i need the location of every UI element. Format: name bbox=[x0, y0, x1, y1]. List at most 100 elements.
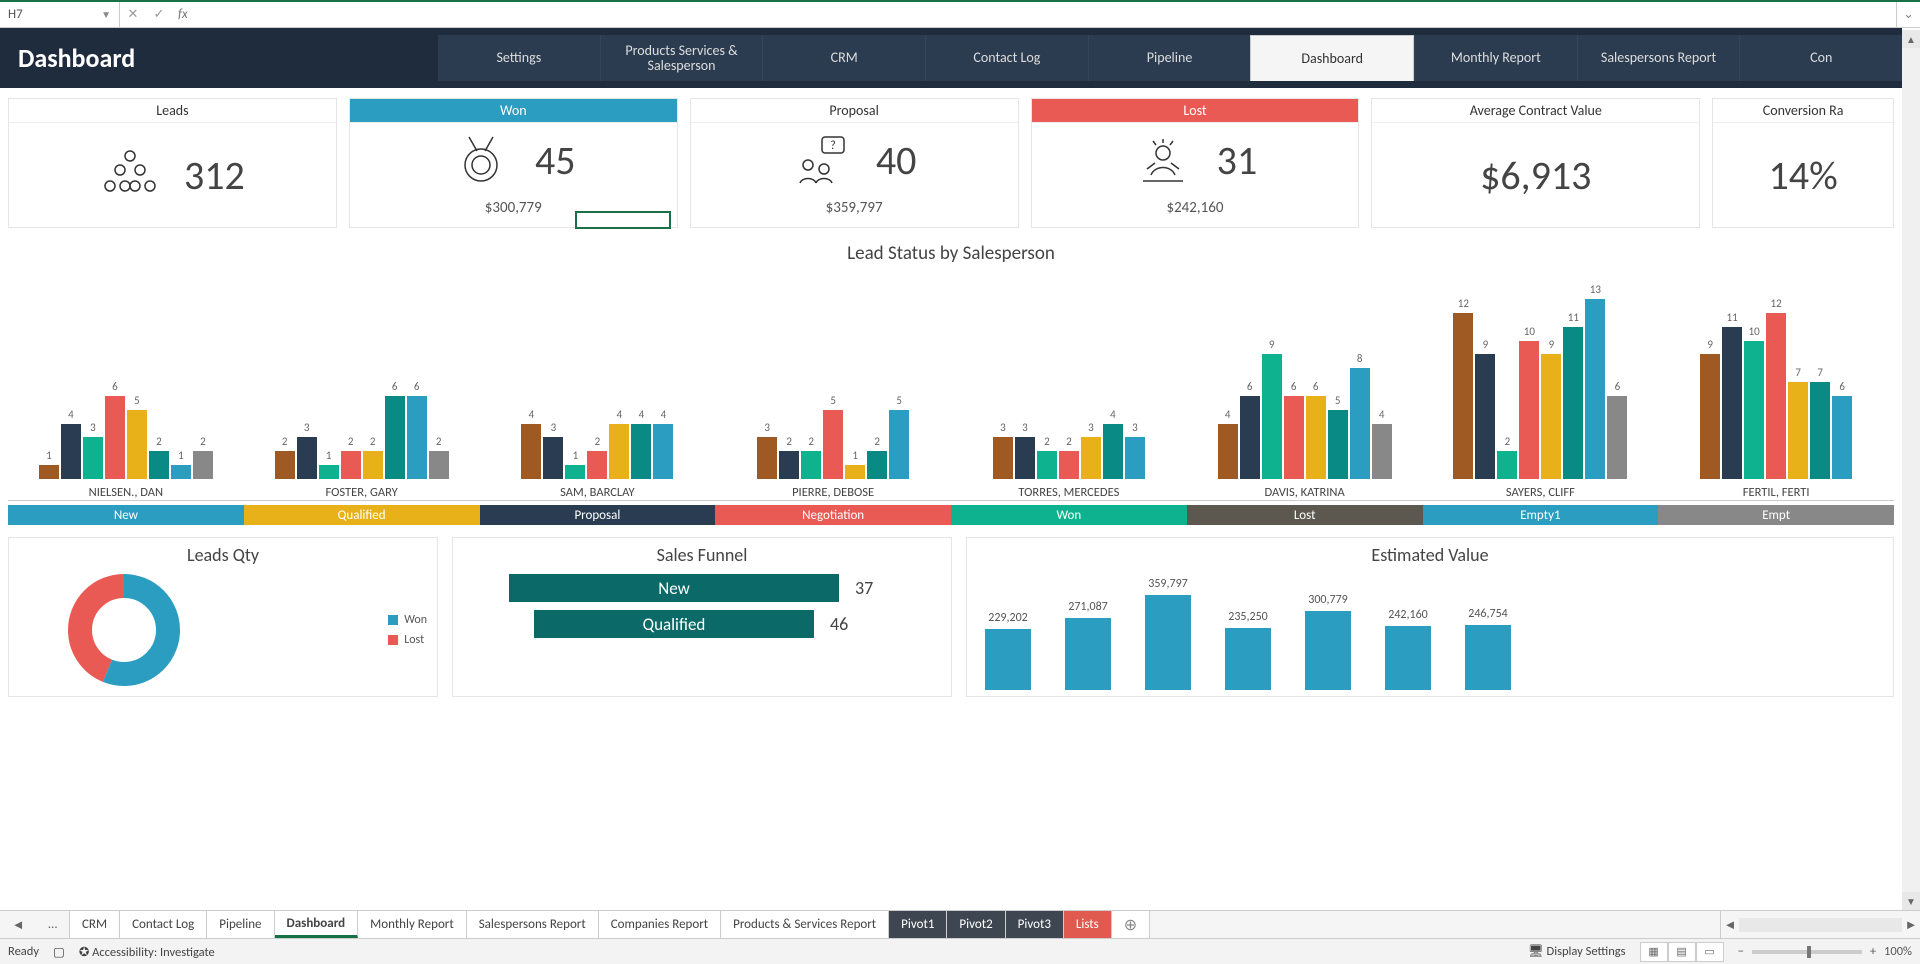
donut-chart bbox=[19, 570, 229, 690]
view-normal-icon[interactable]: ▦ bbox=[1640, 942, 1668, 962]
nav-tab-pipeline[interactable]: Pipeline bbox=[1088, 35, 1251, 81]
cancel-entry-icon[interactable]: ✕ bbox=[120, 7, 146, 22]
nav-tab-crm[interactable]: CRM bbox=[762, 35, 925, 81]
chart-bar: 2 bbox=[1497, 451, 1517, 479]
kpi-value: $6,913 bbox=[1480, 151, 1591, 200]
bar-value: 2 bbox=[1037, 435, 1057, 448]
legend-item: Qualified bbox=[244, 505, 480, 525]
bar-value: 2 bbox=[801, 435, 821, 448]
nav-tab-contact-log[interactable]: Contact Log bbox=[925, 35, 1088, 81]
legend-item: Won bbox=[951, 505, 1187, 525]
scroll-left-icon[interactable]: ◄ bbox=[1721, 917, 1739, 933]
sheet-tab-pivot1[interactable]: Pivot1 bbox=[889, 911, 947, 938]
bar-value: 4 bbox=[653, 408, 673, 421]
legend-item: Proposal bbox=[480, 505, 716, 525]
bar-value: 4 bbox=[1103, 408, 1123, 421]
sheet-tab-monthly-report[interactable]: Monthly Report bbox=[358, 911, 467, 938]
medal-icon bbox=[451, 133, 511, 187]
bar-value: 8 bbox=[1350, 352, 1370, 365]
chart-bar: 2 bbox=[587, 451, 607, 479]
bar-value: 2 bbox=[1497, 435, 1517, 448]
scroll-right-icon[interactable]: ► bbox=[1902, 917, 1920, 933]
kpi-value: 312 bbox=[184, 151, 245, 200]
sheet-tab-products-services-report[interactable]: Products & Services Report bbox=[721, 911, 889, 938]
accept-entry-icon[interactable]: ✓ bbox=[146, 7, 172, 22]
scroll-up-icon[interactable]: ▲ bbox=[1902, 30, 1920, 48]
frustrated-icon bbox=[1133, 133, 1193, 187]
nav-tab-salespersons-report[interactable]: Salespersons Report bbox=[1577, 35, 1740, 81]
chart-bar: 4 bbox=[653, 424, 673, 479]
kpi-subvalue: $242,160 bbox=[1166, 199, 1223, 217]
sheet-tab-pivot3[interactable]: Pivot3 bbox=[1006, 911, 1064, 938]
view-page-layout-icon[interactable]: ▤ bbox=[1668, 942, 1696, 962]
estimated-bar: 359,797 bbox=[1145, 595, 1191, 690]
chart-title: Lead Status by Salesperson bbox=[8, 242, 1894, 265]
cell-reference-box[interactable]: H7 ▼ bbox=[0, 2, 120, 27]
fx-icon[interactable]: fx bbox=[178, 7, 188, 22]
nav-tab-con[interactable]: Con bbox=[1739, 35, 1902, 81]
vertical-scrollbar[interactable]: ▲ ▼ bbox=[1902, 30, 1920, 910]
sheet-tab-contact-log[interactable]: Contact Log bbox=[120, 911, 207, 938]
funnel-value: 37 bbox=[855, 577, 895, 599]
chart-bar: 6 bbox=[1607, 396, 1627, 479]
macro-record-icon[interactable]: ▢ bbox=[53, 944, 65, 960]
sheet-tab-pipeline[interactable]: Pipeline bbox=[207, 911, 274, 938]
accessibility-status[interactable]: ✪ Accessibility: Investigate bbox=[79, 944, 215, 960]
chart-bar: 9 bbox=[1262, 354, 1282, 479]
sheet-nav-arrows[interactable]: ◄… bbox=[0, 911, 70, 938]
display-settings-button[interactable]: 🖥 Display Settings bbox=[1528, 944, 1626, 959]
sheet-tab-companies-report[interactable]: Companies Report bbox=[599, 911, 721, 938]
funnel-row: New37 bbox=[509, 574, 895, 602]
chart-bar: 2 bbox=[149, 451, 169, 479]
expand-formula-bar-icon[interactable]: ⌄ bbox=[1896, 2, 1920, 27]
category-label: TORRES, MERCEDES bbox=[1018, 485, 1119, 500]
estimated-value: 242,160 bbox=[1371, 608, 1445, 622]
bar-value: 5 bbox=[127, 394, 147, 407]
chart-bar: 2 bbox=[801, 451, 821, 479]
estimated-bar: 300,779 bbox=[1305, 611, 1351, 690]
bar-value: 12 bbox=[1766, 297, 1786, 310]
sheet-tab-crm[interactable]: CRM bbox=[70, 911, 120, 938]
formula-input[interactable] bbox=[194, 2, 1896, 27]
bar-value: 1 bbox=[39, 449, 59, 462]
view-page-break-icon[interactable]: ▭ bbox=[1696, 942, 1724, 962]
nav-tab-dashboard[interactable]: Dashboard bbox=[1250, 35, 1414, 81]
zoom-control[interactable]: − + 100% bbox=[1738, 944, 1912, 959]
bar-value: 6 bbox=[1832, 380, 1852, 393]
chart-bar: 11 bbox=[1563, 327, 1583, 479]
nav-tab-products-services-salesperson[interactable]: Products Services & Salesperson bbox=[600, 35, 763, 81]
leads-icon bbox=[100, 148, 160, 202]
zoom-in-icon[interactable]: + bbox=[1870, 944, 1876, 959]
sheet-tab-dashboard[interactable]: Dashboard bbox=[275, 911, 359, 938]
donut-legend: Won Lost bbox=[388, 613, 427, 647]
scroll-down-icon[interactable]: ▼ bbox=[1902, 892, 1920, 910]
scroll-track[interactable] bbox=[1739, 918, 1902, 932]
estimated-value: 235,250 bbox=[1211, 610, 1285, 624]
chart-bar: 12 bbox=[1453, 313, 1473, 479]
cell-ref-text: H7 bbox=[8, 7, 23, 22]
bar-value: 9 bbox=[1475, 338, 1495, 351]
zoom-out-icon[interactable]: − bbox=[1738, 944, 1744, 959]
chart-bar: 4 bbox=[631, 424, 651, 479]
zoom-level: 100% bbox=[1884, 944, 1912, 959]
chevron-down-icon[interactable]: ▼ bbox=[101, 8, 111, 21]
kpi-avg-contract: Average Contract Value $6,913 bbox=[1371, 98, 1700, 228]
bar-value: 2 bbox=[867, 435, 887, 448]
zoom-slider[interactable] bbox=[1752, 950, 1862, 954]
horizontal-scrollbar[interactable]: ◄ ► bbox=[1720, 911, 1920, 938]
chart-bar: 7 bbox=[1810, 382, 1830, 479]
chart-bar: 4 bbox=[609, 424, 629, 479]
page-title: Dashboard bbox=[18, 42, 438, 74]
legend-item: Lost bbox=[1187, 505, 1423, 525]
chart-group: 4312444SAM, BARCLAY bbox=[480, 289, 716, 500]
funnel-row: Qualified46 bbox=[534, 610, 870, 638]
chart-bar: 3 bbox=[543, 437, 563, 479]
sheet-tab-pivot2[interactable]: Pivot2 bbox=[947, 911, 1005, 938]
add-sheet-button[interactable]: ⊕ bbox=[1112, 911, 1150, 938]
chart-bar: 6 bbox=[1306, 396, 1326, 479]
sheet-tab-lists[interactable]: Lists bbox=[1064, 911, 1112, 938]
sheet-tab-salespersons-report[interactable]: Salespersons Report bbox=[467, 911, 599, 938]
nav-tab-monthly-report[interactable]: Monthly Report bbox=[1414, 35, 1577, 81]
nav-tab-settings[interactable]: Settings bbox=[438, 35, 600, 81]
legend-item: Negotiation bbox=[715, 505, 951, 525]
